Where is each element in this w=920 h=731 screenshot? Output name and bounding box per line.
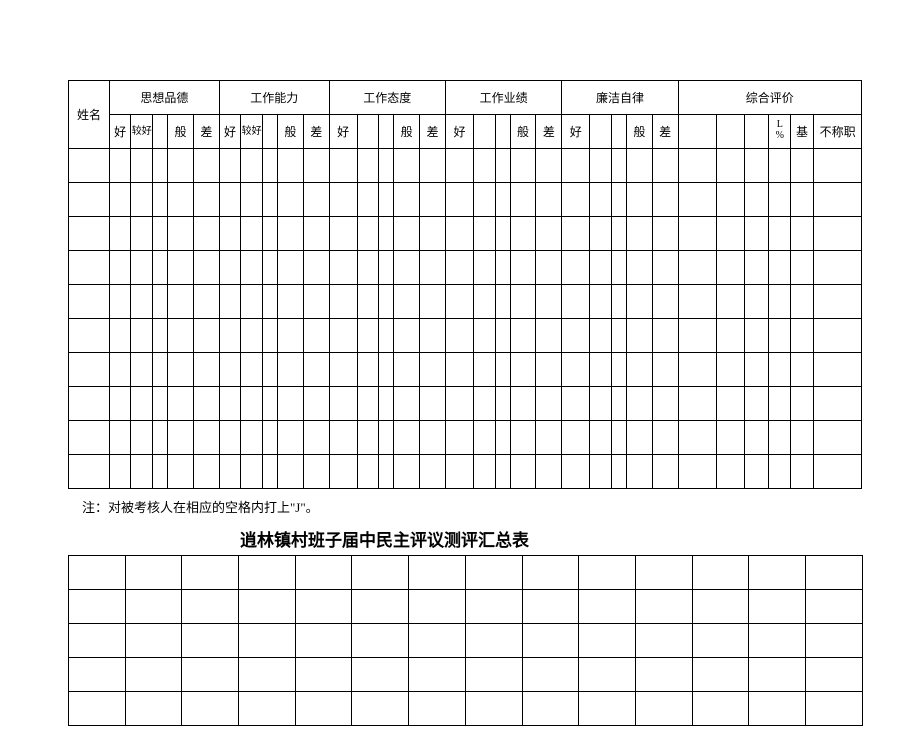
header-row-2: 好 较好 般 差 好 较好 般 差 好 般 差 好 般 差 好 bbox=[69, 115, 862, 149]
page-title-2: 逍林镇村班子届中民主评议测评汇总表 bbox=[240, 526, 920, 551]
table-row bbox=[69, 387, 862, 421]
group-1: 思想品德 bbox=[109, 81, 219, 115]
group-6: 综合评价 bbox=[678, 81, 861, 115]
evaluation-table-2 bbox=[68, 555, 863, 726]
table-row bbox=[69, 455, 862, 489]
table-row bbox=[69, 285, 862, 319]
table-row bbox=[69, 183, 862, 217]
evaluation-table-1: 姓名 思想品德 工作能力 工作态度 工作业绩 廉洁自律 综合评价 好 较好 般 … bbox=[68, 80, 862, 489]
col-name: 姓名 bbox=[69, 81, 110, 149]
sub-jiaohao: 较好 bbox=[131, 115, 153, 149]
header-row-1: 姓名 思想品德 工作能力 工作态度 工作业绩 廉洁自律 综合评价 bbox=[69, 81, 862, 115]
table-row bbox=[69, 251, 862, 285]
table-row bbox=[69, 590, 863, 624]
sub-cha: 差 bbox=[193, 115, 219, 149]
table-row bbox=[69, 658, 863, 692]
group-4: 工作业绩 bbox=[445, 81, 561, 115]
group-3: 工作态度 bbox=[329, 81, 445, 115]
sub-buchengzhi: 不称职 bbox=[814, 115, 862, 149]
table-row bbox=[69, 149, 862, 183]
table-row bbox=[69, 556, 863, 590]
table-row bbox=[69, 217, 862, 251]
sub-L3: L% bbox=[769, 115, 791, 149]
group-5: 廉洁自律 bbox=[562, 81, 678, 115]
table-row bbox=[69, 421, 862, 455]
table-row bbox=[69, 319, 862, 353]
group-2: 工作能力 bbox=[219, 81, 329, 115]
sub-ji: 基 bbox=[790, 115, 814, 149]
sub-ban: 般 bbox=[168, 115, 194, 149]
table-row bbox=[69, 353, 862, 387]
sub-hao: 好 bbox=[109, 115, 131, 149]
table-row bbox=[69, 692, 863, 726]
footnote: 注：对被考核人在相应的空格内打上"J"。 bbox=[82, 497, 920, 516]
table-row bbox=[69, 624, 863, 658]
